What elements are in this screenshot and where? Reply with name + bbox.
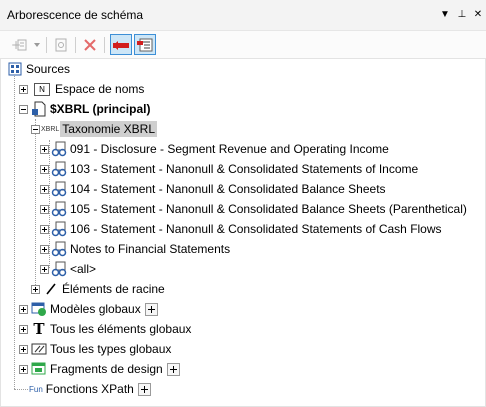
tree-item-statement[interactable]: <all> [40, 259, 96, 279]
expand-icon[interactable] [40, 264, 49, 274]
tree-item-statement[interactable]: 104 - Statement - Nanonull & Consolidate… [40, 179, 386, 199]
add-design-fragment-button[interactable] [166, 362, 180, 376]
tree-expand-icon [137, 38, 153, 51]
tree-connector [35, 119, 36, 289]
tree-item-label: $XBRL (principal) [50, 102, 151, 116]
expand-icon[interactable] [40, 184, 49, 194]
tree-item-statement[interactable]: 106 - Statement - Nanonull & Consolidate… [40, 219, 442, 239]
global-types-icon [31, 343, 47, 355]
toolbar-separator [46, 37, 47, 53]
panel-title-bar: Arborescence de schéma ▼ ⊥ ✕ [0, 0, 486, 31]
expand-icon[interactable] [19, 304, 28, 314]
global-templates-icon [31, 302, 46, 316]
tree-item-label: Notes to Financial Statements [70, 242, 231, 256]
expand-icon[interactable] [40, 244, 49, 254]
tree-item-taxonomy[interactable]: XBRL Taxonomie XBRL [31, 119, 158, 139]
xbrl-badge-icon: XBRL [41, 125, 60, 133]
sources-icon [8, 62, 22, 76]
find-button[interactable] [51, 34, 71, 55]
tree-item-label: 104 - Statement - Nanonull & Consolidate… [70, 182, 386, 196]
collapse-button[interactable] [110, 34, 132, 55]
tree-item-label: Taxonomie XBRL [60, 121, 158, 137]
tree-item-label: Fragments de design [50, 362, 163, 376]
slash-icon [46, 283, 56, 295]
expand-icon[interactable] [19, 84, 28, 94]
tree-item-all-global-types[interactable]: Tous les types globaux [19, 339, 171, 359]
panel-title: Arborescence de schéma [7, 8, 144, 22]
expand-icon[interactable] [19, 324, 28, 334]
linkrole-icon [51, 201, 67, 217]
tree-item-label: Éléments de racine [62, 282, 165, 296]
collapse-red-icon [113, 40, 129, 50]
toolbar: + [0, 31, 486, 58]
linkrole-icon [51, 241, 67, 257]
schema-tree: Sources N Espace de noms $XBRL (principa… [0, 58, 486, 407]
pin-icon[interactable]: ⊥ [455, 7, 469, 23]
tree-item-global-templates[interactable]: Modèles globaux [19, 299, 158, 319]
expand-icon[interactable] [40, 144, 49, 154]
tree-item-statement[interactable]: Notes to Financial Statements [40, 239, 230, 259]
expand-icon[interactable] [40, 204, 49, 214]
namespace-icon: N [34, 82, 50, 96]
tree-item-sources[interactable]: Sources [5, 59, 70, 79]
add-item-button[interactable]: + [8, 34, 30, 55]
tree-item-statement[interactable]: 091 - Disclosure - Segment Revenue and O… [40, 139, 389, 159]
delete-button[interactable] [80, 34, 100, 55]
expand-icon[interactable] [19, 364, 28, 374]
expand-icon[interactable] [40, 164, 49, 174]
delete-x-icon [84, 38, 96, 51]
tree-item-label: Tous les types globaux [50, 342, 172, 356]
collapse-icon[interactable] [31, 124, 40, 134]
chevron-down-icon [34, 42, 40, 47]
tree-item-label: Espace de noms [55, 82, 145, 96]
document-search-icon [55, 38, 67, 51]
add-xpath-function-button[interactable] [137, 382, 151, 396]
close-icon[interactable]: ✕ [471, 7, 485, 23]
add-item-icon: + [11, 38, 27, 52]
expand-icon[interactable] [40, 224, 49, 234]
tree-item-xbrl[interactable]: $XBRL (principal) [19, 99, 150, 119]
collapse-icon[interactable] [19, 104, 28, 114]
tree-item-all-global-elements[interactable]: T Tous les éléments globaux [19, 319, 191, 339]
tree-item-label: 103 - Statement - Nanonull & Consolidate… [70, 162, 419, 176]
tree-item-label: Tous les éléments globaux [50, 322, 192, 336]
design-fragments-icon [31, 362, 46, 375]
tree-connector [14, 389, 28, 390]
tree-item-statement[interactable]: 103 - Statement - Nanonull & Consolidate… [40, 159, 418, 179]
tree-item-label: Sources [26, 62, 71, 76]
expand-button[interactable] [134, 34, 156, 55]
linkrole-icon [51, 141, 67, 157]
tree-item-statement[interactable]: 105 - Statement - Nanonull & Consolidate… [40, 199, 467, 219]
dropdown-icon[interactable]: ▼ [438, 7, 452, 23]
expand-icon[interactable] [19, 344, 28, 354]
tree-connector [14, 76, 15, 389]
linkrole-icon [51, 221, 67, 237]
tree-item-root-elements[interactable]: Éléments de racine [31, 279, 165, 299]
linkrole-icon [51, 161, 67, 177]
add-item-dropdown[interactable] [32, 34, 42, 55]
linkrole-icon [51, 261, 67, 277]
tree-item-xpath-functions[interactable]: Fun Fonctions XPath [29, 379, 151, 399]
tree-item-label: 106 - Statement - Nanonull & Consolidate… [70, 222, 442, 236]
linkrole-icon [51, 181, 67, 197]
tree-item-label: <all> [70, 262, 97, 276]
expand-icon[interactable] [31, 284, 40, 294]
tree-item-label: Modèles globaux [50, 302, 141, 316]
tree-item-label: 105 - Statement - Nanonull & Consolidate… [70, 202, 467, 216]
toolbar-separator [104, 37, 105, 53]
add-global-template-button[interactable] [144, 302, 158, 316]
tree-item-design-fragments[interactable]: Fragments de design [19, 359, 180, 379]
xbrl-document-icon [32, 101, 46, 117]
toolbar-separator [75, 37, 76, 53]
tree-item-namespace[interactable]: N Espace de noms [19, 79, 144, 99]
function-icon: Fun [29, 384, 43, 394]
tree-item-label: 091 - Disclosure - Segment Revenue and O… [70, 142, 389, 156]
text-t-icon: T [33, 320, 45, 338]
tree-item-label: Fonctions XPath [45, 382, 134, 396]
